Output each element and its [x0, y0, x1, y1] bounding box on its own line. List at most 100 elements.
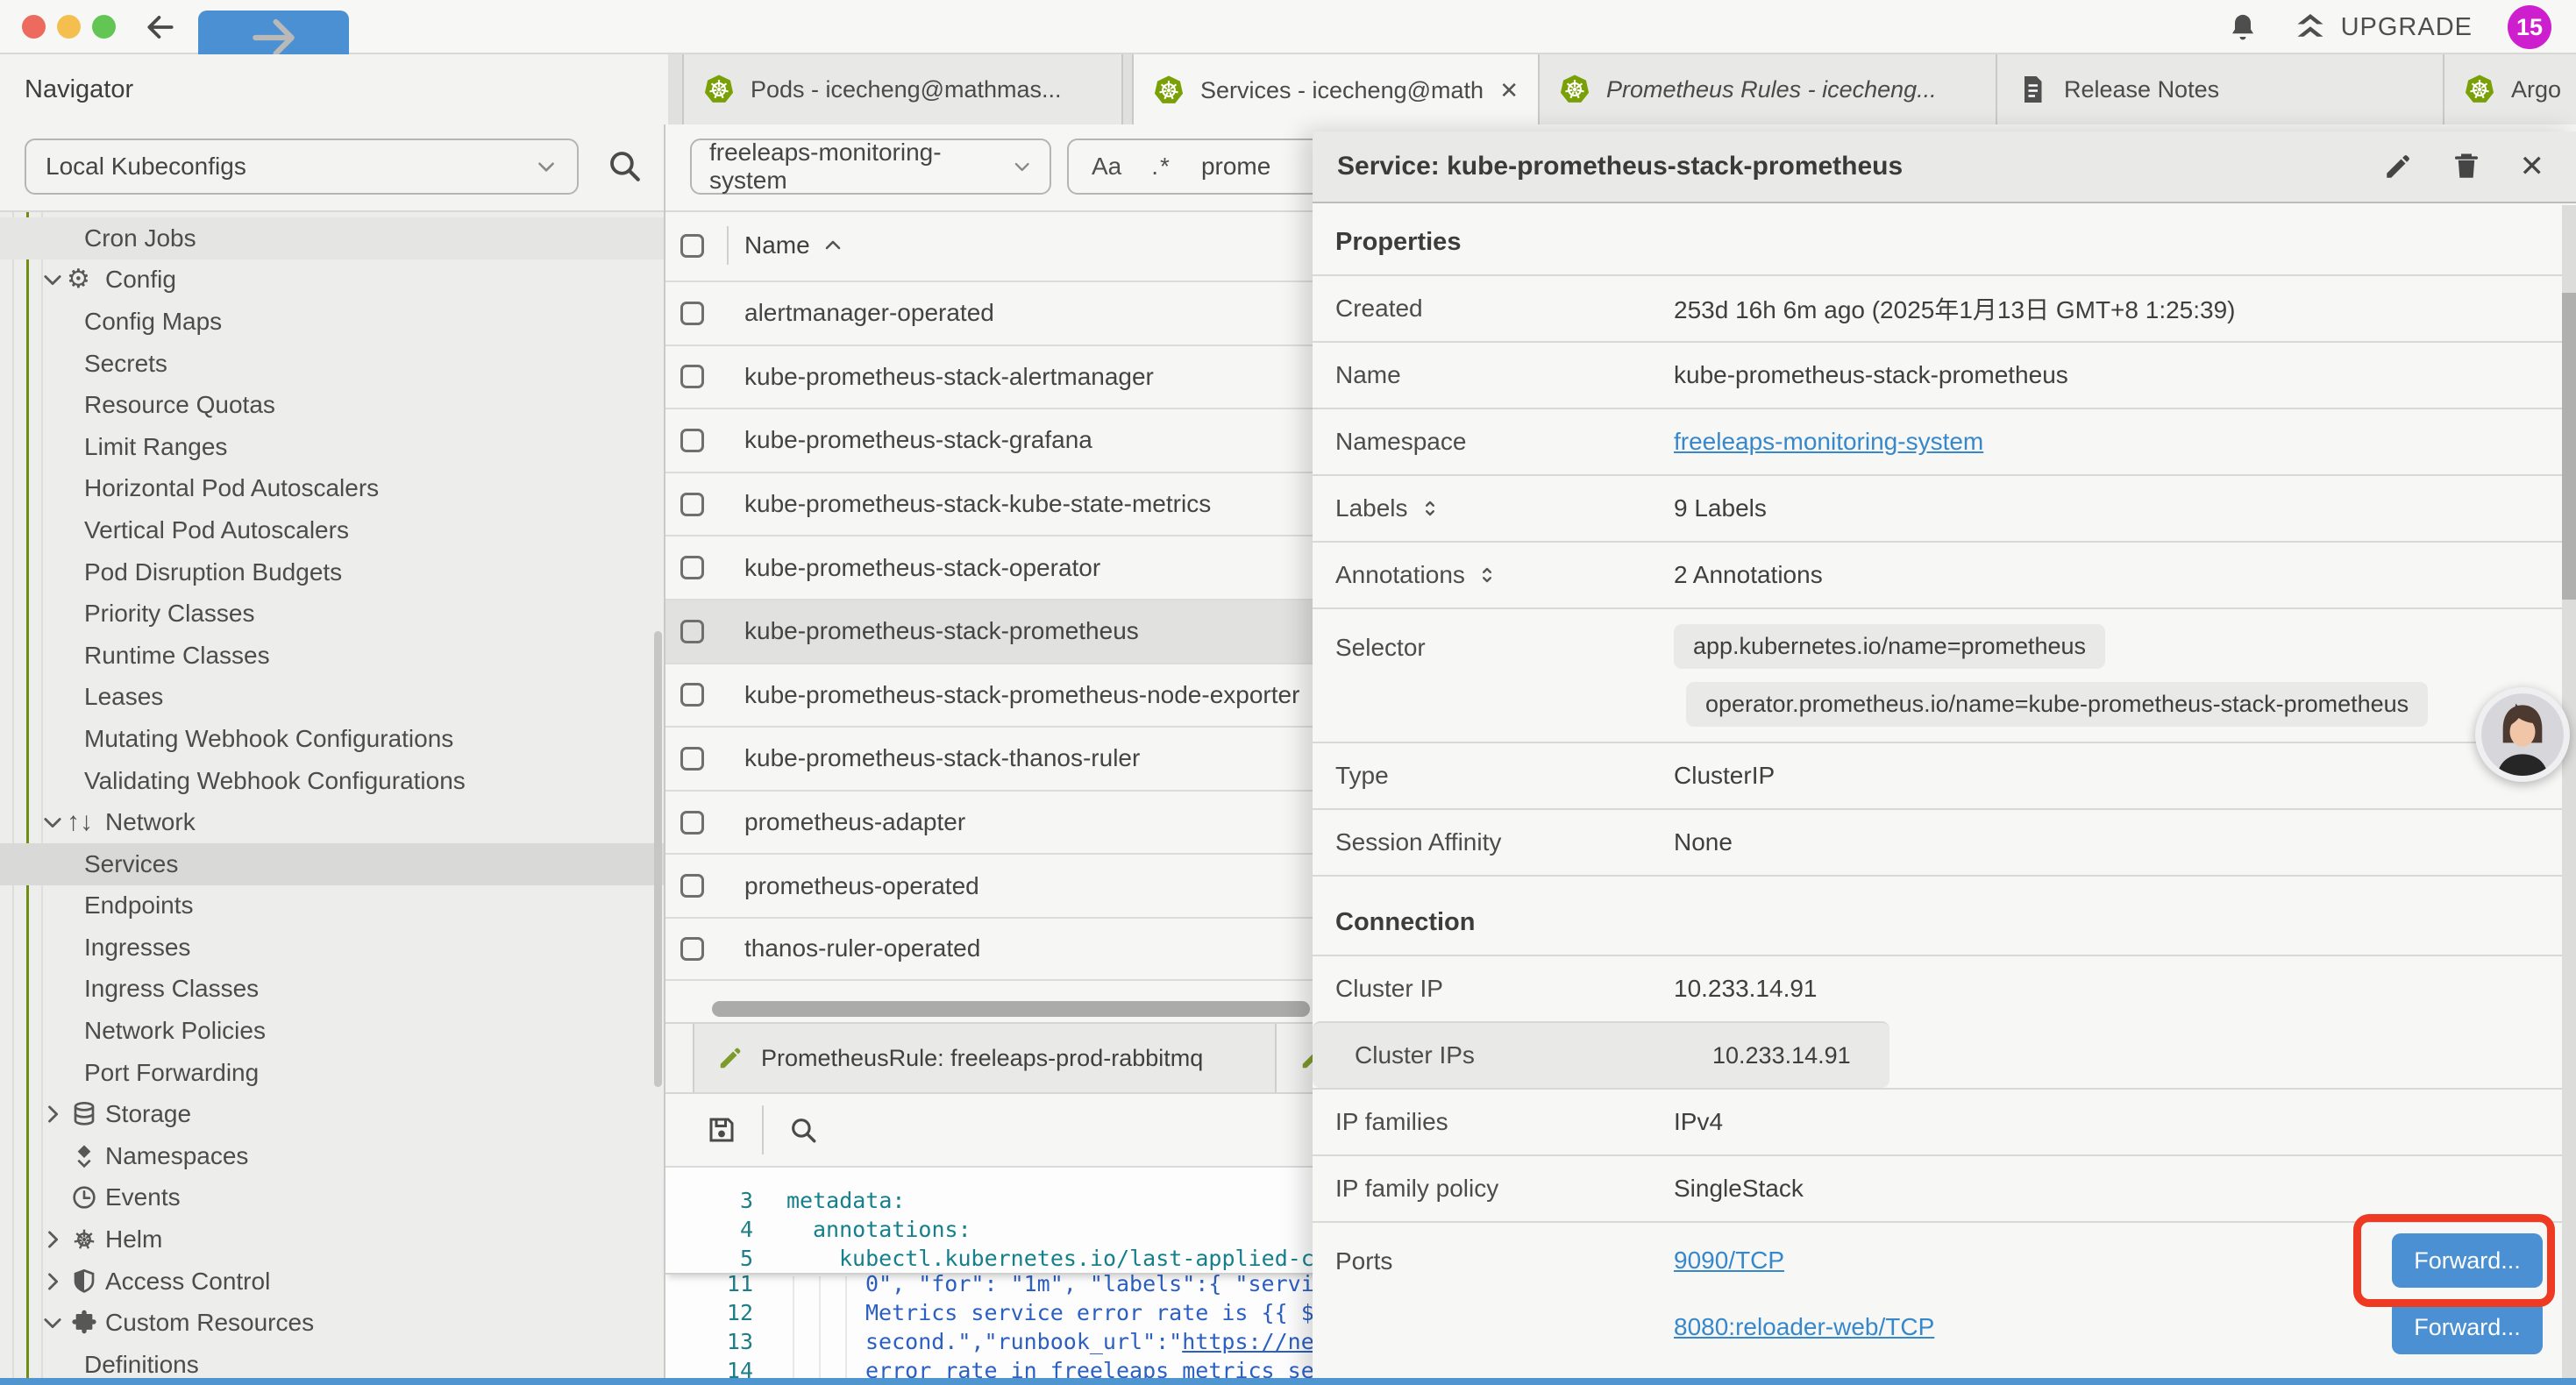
sidebar-item-label: Access Control: [105, 1268, 270, 1296]
sidebar-item-priority-classes[interactable]: Priority Classes: [0, 593, 664, 635]
trash-icon[interactable]: [2451, 152, 2481, 181]
sidebar-item-limit-ranges[interactable]: Limit Ranges: [0, 426, 664, 468]
sidebar-item-mutating-webhook-configurations[interactable]: Mutating Webhook Configurations: [0, 718, 664, 760]
row-checkbox[interactable]: [680, 556, 704, 579]
sidebar-item-pod-disruption-budgets[interactable]: Pod Disruption Budgets: [0, 551, 664, 593]
sidebar-item-cron-jobs[interactable]: Cron Jobs: [0, 217, 664, 259]
property-label: Namespace: [1335, 428, 1466, 456]
sidebar-item-network-policies[interactable]: Network Policies: [0, 1010, 664, 1052]
service-name: kube-prometheus-stack-grafana: [744, 426, 1092, 454]
sidebar-item-validating-webhook-configurations[interactable]: Validating Webhook Configurations: [0, 760, 664, 802]
property-label: Created: [1335, 295, 1423, 323]
chevron-down-icon: [535, 155, 558, 178]
navigator-sidebar: Local Kubeconfigs Cron Jobs⚙Config Config…: [0, 124, 664, 1378]
kubeconfig-select[interactable]: Local Kubeconfigs: [25, 138, 579, 195]
maximize-window-button[interactable]: [92, 15, 116, 39]
sidebar-item-endpoints[interactable]: Endpoints: [0, 885, 664, 927]
tab-3[interactable]: Release Notes: [1997, 54, 2444, 124]
name-column-header[interactable]: Name: [744, 231, 843, 259]
chevron-down-icon: [40, 1310, 65, 1335]
sidebar-item-label: Config Maps: [84, 308, 222, 336]
forward-button[interactable]: Forward...: [2392, 1300, 2543, 1354]
selector-chip: operator.prometheus.io/name=kube-prometh…: [1686, 682, 2428, 727]
sidebar-item-horizontal-pod-autoscalers[interactable]: Horizontal Pod Autoscalers: [0, 468, 664, 510]
property-link[interactable]: freeleaps-monitoring-system: [1674, 428, 1983, 456]
port-link[interactable]: 8080:reloader-web/TCP: [1674, 1300, 2392, 1354]
row-checkbox[interactable]: [680, 874, 704, 898]
tab-4[interactable]: Argo Se: [2444, 54, 2576, 124]
service-name: prometheus-adapter: [744, 808, 965, 836]
namespace-select[interactable]: freeleaps-monitoring-system: [690, 138, 1051, 195]
sidebar-item-services[interactable]: Services: [0, 843, 664, 885]
bell-icon[interactable]: [2227, 11, 2259, 43]
annotation-highlight: [2353, 1214, 2555, 1307]
sidebar-item-label: Leases: [84, 683, 163, 711]
row-checkbox[interactable]: [680, 811, 704, 835]
sidebar-item-port-forwarding[interactable]: Port Forwarding: [0, 1052, 664, 1094]
close-icon[interactable]: ✕: [2520, 152, 2545, 181]
sidebar-item-events[interactable]: Events: [0, 1177, 664, 1219]
expand-toggle-icon[interactable]: [1476, 564, 1498, 586]
sidebar-item-vertical-pod-autoscalers[interactable]: Vertical Pod Autoscalers: [0, 509, 664, 551]
sidebar-item-custom-resources[interactable]: Custom Resources: [0, 1302, 664, 1344]
user-avatar[interactable]: [2475, 687, 2570, 782]
back-icon[interactable]: [144, 11, 177, 44]
regex-toggle[interactable]: .*: [1151, 153, 1171, 181]
sidebar-item-config-maps[interactable]: Config Maps: [0, 301, 664, 343]
row-checkbox[interactable]: [680, 365, 704, 388]
detail-row-created: Created253d 16h 6m ago (2025年1月13日 GMT+8…: [1313, 274, 2562, 341]
edit-icon[interactable]: [2383, 152, 2413, 181]
sidebar-item-ingresses[interactable]: Ingresses: [0, 927, 664, 969]
sidebar-item-definitions[interactable]: Definitions: [0, 1344, 664, 1378]
kubernetes-icon: [1559, 74, 1590, 105]
case-sensitive-toggle[interactable]: Aa: [1092, 153, 1121, 181]
row-checkbox[interactable]: [680, 429, 704, 452]
sidebar-item-label: Events: [105, 1183, 181, 1211]
horizontal-scrollbar[interactable]: [712, 1001, 1310, 1017]
row-checkbox[interactable]: [680, 747, 704, 771]
service-name: kube-prometheus-stack-operator: [744, 554, 1100, 582]
service-name: thanos-ruler-operated: [744, 934, 980, 962]
upgrade-button[interactable]: UPGRADE: [2294, 11, 2473, 44]
close-window-button[interactable]: [22, 15, 46, 39]
drawer-scrollbar-track[interactable]: [2562, 205, 2576, 1378]
sidebar-item-access-control[interactable]: Access Control: [0, 1261, 664, 1303]
tab-1[interactable]: Services - icecheng@math...✕: [1132, 54, 1540, 126]
sidebar-item-storage[interactable]: Storage: [0, 1093, 664, 1135]
tab-2[interactable]: Prometheus Rules - icecheng...: [1540, 54, 1997, 124]
row-checkbox[interactable]: [680, 493, 704, 516]
chevron-right-icon: [40, 1102, 65, 1126]
sidebar-item-namespaces[interactable]: Namespaces: [0, 1135, 664, 1177]
sidebar-item-config[interactable]: ⚙Config: [0, 259, 664, 302]
tab-label: Pods - icecheng@mathmas...: [751, 76, 1062, 103]
sidebar-item-resource-quotas[interactable]: Resource Quotas: [0, 384, 664, 426]
sidebar-item-ingress-classes[interactable]: Ingress Classes: [0, 969, 664, 1011]
search-icon[interactable]: [606, 147, 643, 184]
sidebar-item-leases[interactable]: Leases: [0, 677, 664, 719]
sidebar-item-label: Limit Ranges: [84, 433, 227, 461]
sidebar-item-helm[interactable]: Helm: [0, 1218, 664, 1261]
minimize-window-button[interactable]: [57, 15, 81, 39]
database-icon: [70, 1100, 98, 1128]
row-checkbox[interactable]: [680, 620, 704, 643]
drawer-scrollbar-thumb[interactable]: [2562, 293, 2576, 600]
notification-badge[interactable]: 15: [2508, 5, 2551, 49]
search-icon[interactable]: [788, 1115, 818, 1145]
row-checkbox[interactable]: [680, 302, 704, 325]
row-checkbox[interactable]: [680, 937, 704, 961]
editor-tab-prometheusrule[interactable]: PrometheusRule: freeleaps-prod-rabbitmq: [693, 1024, 1277, 1092]
expand-toggle-icon[interactable]: [1419, 497, 1441, 520]
port-link[interactable]: 9090/TCP: [1674, 1233, 2392, 1288]
save-icon[interactable]: [706, 1114, 737, 1146]
detail-row-cluster-ip: Cluster IP10.233.14.91: [1313, 955, 2562, 1021]
tab-0[interactable]: Pods - icecheng@mathmas...: [682, 54, 1123, 124]
sidebar-item-runtime-classes[interactable]: Runtime Classes: [0, 635, 664, 677]
sidebar-item-network[interactable]: ↑↓Network: [0, 801, 664, 843]
sidebar-item-secrets[interactable]: Secrets: [0, 343, 664, 385]
panel-divider[interactable]: [664, 124, 665, 1378]
close-icon[interactable]: ✕: [1499, 77, 1519, 104]
sidebar-item-label: Custom Resources: [105, 1309, 314, 1337]
row-checkbox[interactable]: [680, 683, 704, 707]
select-all-checkbox[interactable]: [680, 234, 704, 258]
sidebar-scrollbar[interactable]: [654, 631, 662, 1087]
